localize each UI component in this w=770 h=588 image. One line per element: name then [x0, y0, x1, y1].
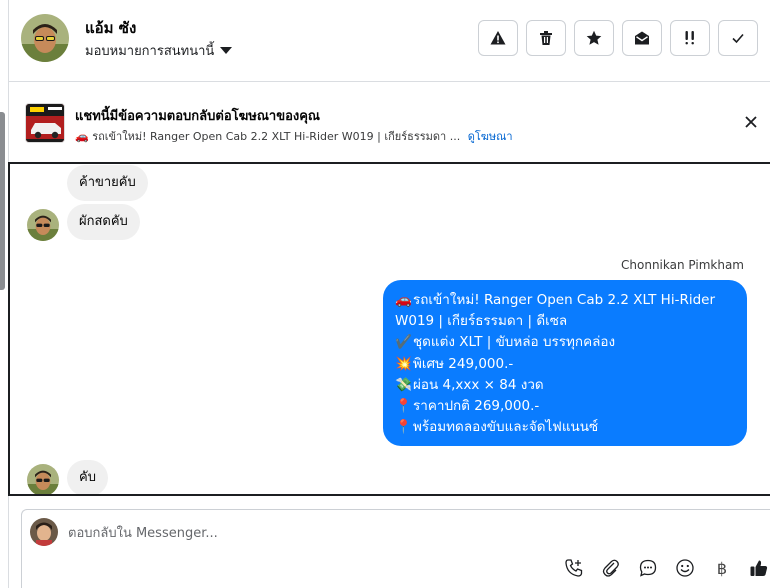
follow-up-button[interactable] [670, 20, 710, 56]
mark-done-button[interactable] [718, 20, 758, 56]
outgoing-message: 🚗รถเข้าใหม่! Ranger Open Cab 2.2 XLT Hi-… [383, 280, 747, 446]
trash-icon [540, 31, 552, 45]
like-button[interactable] [747, 556, 770, 580]
ad-banner-subtitle: 🚗 รถเข้าใหม่! Ranger Open Cab 2.2 XLT Hi… [75, 127, 513, 145]
envelope-open-icon [635, 31, 649, 45]
payment-button[interactable]: ฿ [710, 556, 734, 580]
page-avatar [30, 518, 58, 546]
message-line: 🚗รถเข้าใหม่! Ranger Open Cab 2.2 XLT Hi-… [395, 290, 735, 311]
ad-banner-title: แชทนี้มีข้อความตอบกลับต่อโฆษณาของคุณ [75, 109, 320, 124]
message-line: W019 | เกียร์ธรรมดา | ดีเซล [395, 313, 568, 330]
close-banner-button[interactable] [742, 113, 760, 131]
message-line: ✔️ชุดแต่ง XLT | ขับหล่อ บรรทุกคล่อง [395, 332, 735, 353]
message-input[interactable] [68, 520, 728, 546]
phone-plus-icon [565, 559, 583, 577]
ad-caption: 🚗 รถเข้าใหม่! Ranger Open Cab 2.2 XLT Hi… [75, 130, 461, 143]
close-icon [745, 116, 757, 128]
conversation-header: แอ้ม ซัง มอบหมายการสนทนานี้ [9, 0, 770, 82]
check-mark-icon: ✔️ [395, 334, 412, 351]
assign-label: มอบหมายการสนทนานี้ [85, 44, 215, 59]
check-icon [732, 33, 744, 44]
conversation-toolbar [478, 20, 758, 56]
caret-down-icon [220, 47, 233, 54]
ad-reply-banner: แชทนี้มีข้อความตอบกลับต่อโฆษณาของคุณ 🚗 ร… [9, 83, 770, 161]
delete-button[interactable] [526, 20, 566, 56]
message-line: 📍ราคาปกติ 269,000.- [395, 396, 735, 417]
message-line: 📍พร้อมทดลองขับและจัดไฟแนนซ์ [395, 417, 735, 438]
contact-avatar [27, 209, 59, 241]
saved-replies-button[interactable] [636, 556, 660, 580]
reply-composer: ฿ [21, 509, 770, 588]
avatar[interactable] [21, 14, 69, 62]
message-line: 💸ผ่อน 4,xxx × 84 งวด [395, 375, 735, 396]
pin-icon: 📍 [395, 419, 412, 436]
message-thread[interactable]: ค้าขายคับ ผักสดคับ Chonnikan Pimkham 🚗รถ… [8, 162, 770, 496]
contact-avatar [27, 464, 59, 494]
warning-icon [490, 31, 506, 45]
ad-thumbnail[interactable] [25, 103, 65, 143]
star-icon [586, 30, 602, 45]
smiley-icon [676, 559, 694, 577]
left-scrollbar[interactable] [0, 112, 5, 290]
call-button[interactable] [562, 556, 586, 580]
assign-conversation-dropdown[interactable]: มอบหมายการสนทนานี้ [85, 40, 233, 61]
star-button[interactable] [574, 20, 614, 56]
collision-icon: 💥 [395, 355, 412, 372]
pin-icon: 📍 [395, 398, 412, 415]
incoming-message: คับ [67, 460, 108, 494]
thumbs-up-icon [750, 560, 768, 576]
contact-name: แอ้ม ซัง [85, 19, 137, 37]
money-wings-icon: 💸 [395, 376, 412, 393]
chat-bubble-icon [639, 559, 657, 577]
mark-unread-button[interactable] [622, 20, 662, 56]
paperclip-icon [602, 559, 619, 577]
attach-button[interactable] [599, 556, 623, 580]
baht-icon: ฿ [716, 558, 728, 578]
message-line: 💥พิเศษ 249,000.- [395, 354, 735, 375]
view-ad-link[interactable]: ดูโฆษณา [468, 130, 513, 143]
incoming-message: ค้าขายคับ [67, 165, 148, 201]
sender-name: Chonnikan Pimkham [621, 258, 744, 272]
incoming-message: ผักสดคับ [67, 204, 140, 240]
composer-toolbar: ฿ [562, 556, 770, 580]
car-icon: 🚗 [395, 292, 412, 308]
emoji-button[interactable] [673, 556, 697, 580]
important-icon [685, 31, 694, 45]
report-spam-button[interactable] [478, 20, 518, 56]
